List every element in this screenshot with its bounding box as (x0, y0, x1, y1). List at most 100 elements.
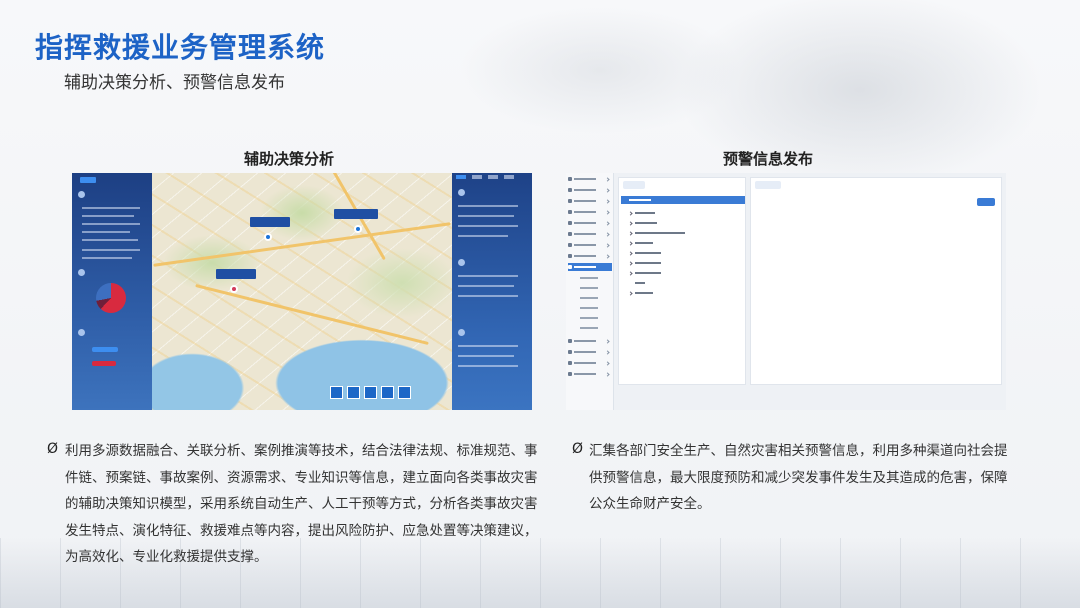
text-line (458, 225, 518, 227)
nav-item[interactable] (568, 337, 612, 345)
nav-label (574, 211, 596, 213)
map-tool-button[interactable] (364, 386, 377, 399)
tree-node-label (635, 272, 661, 274)
panel-tab[interactable] (456, 175, 466, 179)
nav-icon (568, 254, 572, 258)
nav-item[interactable] (568, 208, 612, 216)
nav-item[interactable] (568, 370, 612, 378)
chevron-right-icon (628, 270, 633, 276)
nav-item[interactable] (568, 219, 612, 227)
nav-item-active[interactable] (568, 263, 612, 271)
city-map (152, 173, 452, 410)
map-tool-button[interactable] (347, 386, 360, 399)
section-icon (78, 329, 85, 336)
nav-label (574, 373, 596, 375)
nav-label (574, 200, 596, 202)
warning-publish-screenshot (566, 173, 1006, 410)
chevron-right-icon (605, 231, 610, 237)
pane-tab[interactable] (623, 181, 645, 189)
chevron-right-icon (605, 338, 610, 344)
tree-node-label (635, 222, 657, 224)
panel-tab[interactable] (488, 175, 498, 179)
tree-node[interactable] (628, 250, 661, 256)
map-callout (334, 209, 378, 219)
nav-subitem[interactable] (580, 327, 598, 329)
pane-tab[interactable] (755, 181, 781, 189)
decision-analysis-screenshot (72, 173, 532, 410)
nav-item[interactable] (568, 252, 612, 260)
nav-icon (568, 361, 572, 365)
panel-tab[interactable] (504, 175, 514, 179)
text-line (82, 257, 132, 259)
chevron-right-icon (605, 176, 610, 182)
nav-icon (568, 199, 572, 203)
tree-node[interactable] (628, 220, 657, 226)
warning-publish-title: 预警信息发布 (723, 150, 814, 168)
tree-node-label (635, 212, 655, 214)
nav-subitem[interactable] (580, 297, 598, 299)
map-tool-button[interactable] (381, 386, 394, 399)
text-line (458, 295, 518, 297)
nav-item[interactable] (568, 348, 612, 356)
map-road (195, 284, 429, 345)
nav-icon (568, 177, 572, 181)
nav-item[interactable] (568, 186, 612, 194)
chevron-right-icon (605, 253, 610, 259)
nav-item[interactable] (568, 197, 612, 205)
map-toolbar (330, 386, 411, 399)
nav-item[interactable] (568, 230, 612, 238)
tree-node-label (635, 292, 653, 294)
section-icon (78, 269, 85, 276)
tree-node[interactable] (628, 240, 653, 246)
nav-subitem[interactable] (580, 317, 598, 319)
nav-label (574, 340, 596, 342)
chevron-right-icon (628, 220, 633, 226)
nav-item[interactable] (568, 359, 612, 367)
tree-node[interactable] (628, 290, 653, 296)
page-title: 指挥救援业务管理系统 (35, 31, 326, 64)
map-callout (216, 269, 256, 279)
tree-node-label (629, 199, 651, 201)
page-subtitle: 辅助决策分析、预警信息发布 (64, 73, 285, 93)
nav-subitem[interactable] (580, 307, 598, 309)
sidebar-nav (566, 173, 614, 410)
text-line (82, 231, 130, 233)
chevron-right-icon (605, 371, 610, 377)
nav-icon (568, 188, 572, 192)
map-marker[interactable] (354, 225, 362, 233)
map-tool-button[interactable] (330, 386, 343, 399)
tree-node[interactable] (628, 210, 655, 216)
nav-item[interactable] (568, 175, 612, 183)
map-marker[interactable] (264, 233, 272, 241)
tree-root-node[interactable] (621, 196, 745, 204)
panel-section-header (78, 269, 85, 276)
nav-icon (568, 372, 572, 376)
left-stats-panel (72, 173, 152, 410)
panel-section-header (458, 259, 465, 266)
map-tool-button[interactable] (398, 386, 411, 399)
nav-icon (568, 265, 572, 269)
tree-node-label (635, 252, 661, 254)
panel-tab[interactable] (472, 175, 482, 179)
tree-node[interactable] (628, 260, 661, 266)
section-icon (458, 329, 465, 336)
tree-node[interactable] (628, 230, 685, 236)
nav-label (574, 189, 596, 191)
text-line (458, 355, 514, 357)
nav-subitem[interactable] (580, 287, 598, 289)
map-callout (250, 217, 290, 227)
nav-subitem[interactable] (580, 277, 598, 279)
tree-node[interactable] (629, 280, 645, 286)
text-line (458, 215, 514, 217)
section-icon (458, 189, 465, 196)
nav-item[interactable] (568, 241, 612, 249)
map-marker-alert[interactable] (230, 285, 238, 293)
status-chip (92, 347, 118, 352)
nav-label (574, 362, 596, 364)
text-line (458, 205, 518, 207)
tree-node[interactable] (628, 270, 661, 276)
chevron-right-icon (605, 198, 610, 204)
add-button[interactable] (977, 198, 995, 206)
panel-toggle-button[interactable] (80, 177, 96, 183)
chevron-right-icon (605, 242, 610, 248)
